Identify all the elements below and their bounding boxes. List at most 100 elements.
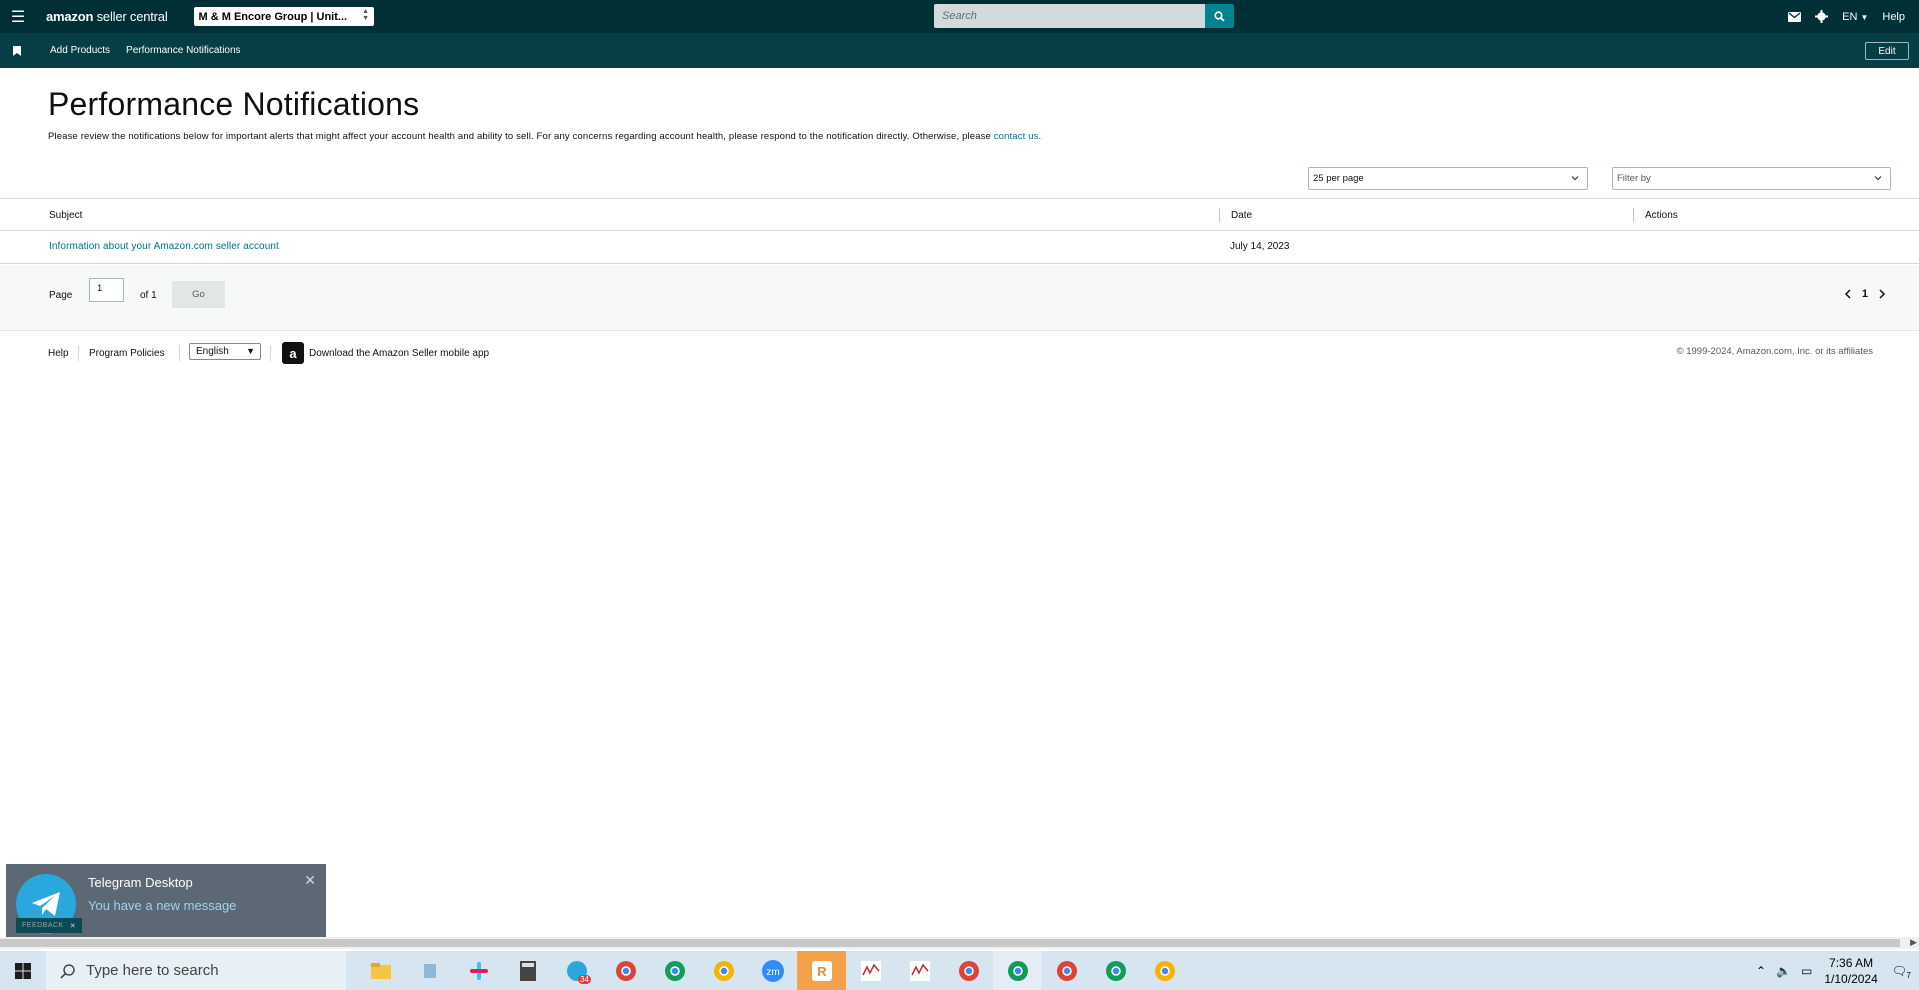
toast-title: Telegram Desktop <box>88 875 193 890</box>
header-utilities: EN ▼ Help <box>1788 0 1905 33</box>
mobile-app-link[interactable]: Download the Amazon Seller mobile app <box>309 348 489 359</box>
footer-language-select[interactable]: English ▼ <box>189 343 261 360</box>
footer-language-value: English <box>196 346 229 357</box>
chrome-profile-icon[interactable] <box>650 951 699 990</box>
column-header-subject[interactable]: Subject <box>49 210 82 221</box>
close-icon[interactable]: ✕ <box>304 872 316 889</box>
chrome-profile-icon[interactable] <box>1042 951 1091 990</box>
zoom-icon[interactable]: zm <box>748 951 797 990</box>
footer-divider <box>270 345 271 361</box>
taskbar-search[interactable]: Type here to search <box>46 951 346 990</box>
help-link[interactable]: Help <box>1882 11 1905 23</box>
calculator-icon[interactable] <box>503 951 552 990</box>
close-icon[interactable]: ✕ <box>70 922 76 930</box>
nav-add-products[interactable]: Add Products <box>50 45 110 56</box>
chevron-down-icon <box>1571 176 1579 181</box>
volume-icon[interactable]: 🔈 <box>1776 964 1791 978</box>
language-selector[interactable]: EN ▼ <box>1842 11 1868 23</box>
page-total: of 1 <box>140 290 157 301</box>
network-icon[interactable]: ▭ <box>1801 964 1812 978</box>
pagination-bar: Page 1 of 1 Go 1 <box>0 265 1919 331</box>
windows-start-icon[interactable] <box>0 951 46 990</box>
top-header: ☰ amazon seller central M & M Encore Gro… <box>0 0 1919 33</box>
notification-count: 7 <box>1906 970 1911 980</box>
table-header: Subject Date Actions <box>0 198 1919 231</box>
updown-arrows-icon: ▲ ▼ <box>362 8 369 22</box>
scrollbar-thumb[interactable] <box>0 939 1900 947</box>
logo-suffix: seller central <box>96 9 168 24</box>
stock-chart-icon[interactable] <box>846 951 895 990</box>
notepad-icon[interactable] <box>405 951 454 990</box>
file-explorer-icon[interactable] <box>356 951 405 990</box>
windows-taskbar: Type here to search 34 zm R ⌃ 🔈 ▭ 7:36 A… <box>0 951 1919 990</box>
intro-text: Please review the notifications below fo… <box>48 131 1041 142</box>
page-title: Performance Notifications <box>48 86 420 122</box>
notification-center-icon[interactable]: 🗨 7 <box>1892 964 1911 980</box>
chrome-profile-icon[interactable] <box>699 951 748 990</box>
telegram-badge: 34 <box>578 975 591 984</box>
toast-message: You have a new message <box>88 898 237 913</box>
chevron-up-icon[interactable]: ⌃ <box>1756 964 1766 978</box>
per-page-value: 25 per page <box>1313 173 1364 184</box>
gear-icon[interactable] <box>1815 10 1829 23</box>
footer-help-link[interactable]: Help <box>48 348 69 359</box>
search-icon <box>1214 10 1225 22</box>
mail-icon[interactable] <box>1788 11 1802 22</box>
column-divider <box>1633 208 1634 222</box>
system-tray: ⌃ 🔈 ▭ 7:36 AM 1/10/2024 🗨 7 <box>1756 951 1919 990</box>
horizontal-scrollbar[interactable]: ▶ <box>0 937 1919 949</box>
menu-icon[interactable]: ☰ <box>0 0 36 33</box>
per-page-dropdown[interactable]: 25 per page <box>1308 167 1588 190</box>
amazon-app-icon[interactable]: a <box>282 342 304 364</box>
nav-performance-notifications[interactable]: Performance Notifications <box>126 45 241 56</box>
feedback-tab[interactable]: FEEDBACK ✕ <box>16 918 82 933</box>
footer-divider <box>179 345 180 361</box>
account-selector[interactable]: M & M Encore Group | Unit... ▲ ▼ <box>193 7 374 26</box>
language-label: EN <box>1842 10 1858 23</box>
edit-button[interactable]: Edit <box>1865 42 1909 60</box>
stock-chart-icon[interactable] <box>895 951 944 990</box>
program-policies-link[interactable]: Program Policies <box>89 348 165 359</box>
taskbar-apps: 34 zm R <box>356 951 1189 990</box>
clock-time: 7:36 AM <box>1829 955 1874 970</box>
chrome-profile-icon[interactable] <box>1140 951 1189 990</box>
bookmark-icon[interactable] <box>0 45 34 56</box>
footer-divider <box>78 345 79 361</box>
filter-dropdown[interactable]: Filter by <box>1612 167 1891 190</box>
feedback-label: FEEDBACK <box>22 922 64 929</box>
column-header-date[interactable]: Date <box>1231 210 1252 221</box>
page-number-input[interactable]: 1 <box>89 278 124 302</box>
chevron-right-icon[interactable] <box>1878 289 1886 299</box>
account-selector-label: M & M Encore Group | Unit... <box>198 10 348 23</box>
caret-down-icon: ▼ <box>1860 12 1869 22</box>
chrome-profile-icon[interactable] <box>993 951 1042 990</box>
slack-icon[interactable] <box>454 951 503 990</box>
chevron-down-icon <box>1874 176 1882 181</box>
clock-date: 1/10/2024 <box>1824 971 1878 986</box>
app-r-icon[interactable]: R <box>797 951 846 990</box>
seller-central-logo[interactable]: amazon seller central <box>46 9 168 24</box>
scroll-right-arrow-icon[interactable]: ▶ <box>1910 937 1917 948</box>
taskbar-clock[interactable]: 7:36 AM 1/10/2024 <box>1824 955 1877 987</box>
contact-us-link[interactable]: contact us. <box>994 131 1042 142</box>
chrome-icon[interactable] <box>944 951 993 990</box>
current-page-number[interactable]: 1 <box>1862 288 1868 300</box>
go-button[interactable]: Go <box>172 281 225 308</box>
notification-subject-link[interactable]: Information about your Amazon.com seller… <box>49 241 279 252</box>
chrome-icon[interactable] <box>601 951 650 990</box>
chevron-left-icon[interactable] <box>1844 289 1852 299</box>
table-row: Information about your Amazon.com seller… <box>0 231 1919 264</box>
intro-body: Please review the notifications below fo… <box>48 131 994 142</box>
page-label: Page <box>49 290 73 301</box>
search-button[interactable] <box>1205 4 1234 28</box>
taskbar-search-placeholder: Type here to search <box>86 962 219 979</box>
telegram-taskbar-icon[interactable]: 34 <box>552 951 601 990</box>
search-input[interactable]: Search <box>934 4 1205 28</box>
subnav-bar: Add Products Performance Notifications E… <box>0 33 1919 68</box>
filter-placeholder: Filter by <box>1617 173 1651 184</box>
search-bar: Search <box>934 4 1234 28</box>
chrome-profile-icon[interactable] <box>1091 951 1140 990</box>
page-footer: Help Program Policies English ▼ a Downlo… <box>0 332 1919 372</box>
notification-date: July 14, 2023 <box>1230 241 1290 252</box>
column-divider <box>1219 208 1220 222</box>
